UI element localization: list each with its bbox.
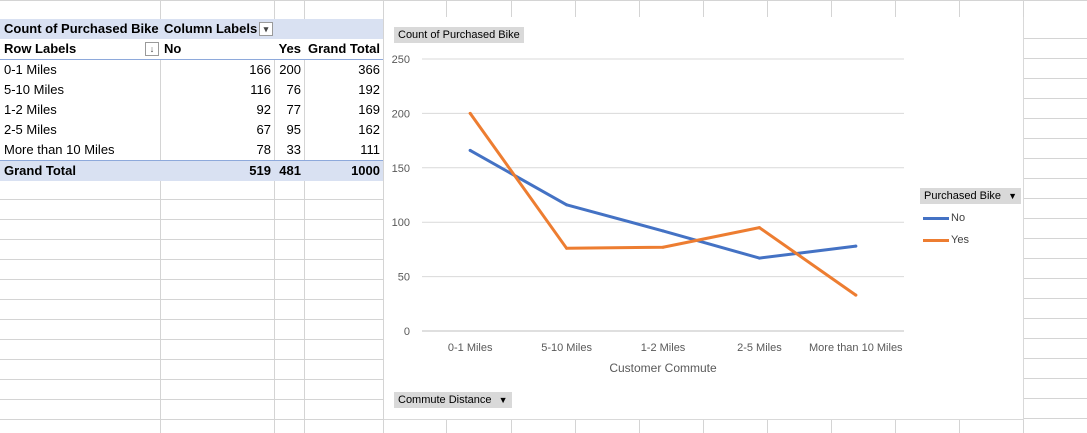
pivot-cell-yes[interactable]: 95	[274, 120, 304, 140]
y-tick-label: 100	[392, 217, 410, 229]
pivot-cell-total[interactable]: 111	[304, 140, 383, 160]
x-axis-title: Customer Commute	[609, 361, 717, 375]
pivot-cell-total[interactable]: 162	[304, 120, 383, 140]
column-header-no[interactable]: No	[160, 39, 274, 59]
x-tick-label: 2-5 Miles	[737, 342, 782, 354]
pivot-row-label[interactable]: 2-5 Miles	[0, 120, 160, 140]
data-point-no	[468, 148, 472, 152]
column-header-yes[interactable]: Yes	[274, 39, 304, 59]
column-labels-header[interactable]: Column Labels	[160, 19, 258, 39]
pivot-cell-total[interactable]: 169	[304, 100, 383, 120]
pivot-cell-no[interactable]: 78	[160, 140, 274, 160]
data-point-yes	[854, 293, 858, 297]
row-labels-header[interactable]: Row Labels	[0, 39, 145, 59]
pivot-subheader-row: Row Labels ↓ No Yes Grand Total	[0, 39, 383, 60]
data-point-no	[854, 244, 858, 248]
row-labels-sort-dropdown[interactable]: ↓	[145, 42, 159, 56]
y-tick-label: 150	[392, 163, 410, 175]
pivot-cell-yes[interactable]: 76	[274, 80, 304, 100]
pivot-row: More than 10 Miles 78 33 111	[0, 140, 383, 160]
pivot-row: 1-2 Miles 92 77 169	[0, 100, 383, 120]
y-tick-label: 50	[398, 272, 410, 284]
pivot-table: Count of Purchased Bike Column Labels ▾ …	[0, 19, 383, 181]
pivot-header-row: Count of Purchased Bike Column Labels ▾	[0, 19, 383, 39]
chevron-down-icon: ▾	[263, 24, 269, 34]
pivot-grand-total-row: Grand Total 519 481 1000	[0, 160, 383, 181]
chevron-down-icon: ▼	[498, 395, 508, 405]
pivot-cell-no[interactable]: 67	[160, 120, 274, 140]
pivot-value-field-header[interactable]: Count of Purchased Bike	[0, 19, 160, 39]
x-tick-label: 1-2 Miles	[641, 342, 686, 354]
legend-field-button[interactable]: Purchased Bike ▼	[920, 188, 1022, 204]
data-point-yes	[565, 246, 569, 250]
column-labels-filter-dropdown[interactable]: ▾	[259, 22, 273, 36]
pivot-row-label[interactable]: 0-1 Miles	[0, 60, 160, 80]
data-point-yes	[661, 245, 665, 249]
legend-label-yes: Yes	[951, 234, 969, 246]
data-point-no	[565, 203, 569, 207]
pivot-cell-yes[interactable]: 33	[274, 140, 304, 160]
pivot-row-label[interactable]: 1-2 Miles	[0, 100, 160, 120]
pivot-chart[interactable]: Count of Purchased Bike 0 50 100 150 200 250 0…	[384, 17, 1024, 420]
grand-total-yes[interactable]: 481	[274, 161, 304, 181]
legend-label-no: No	[951, 212, 966, 224]
pivot-cell-total[interactable]: 366	[304, 60, 383, 80]
pivot-cell-total[interactable]: 192	[304, 80, 383, 100]
data-point-no	[661, 229, 665, 233]
pivot-row: 2-5 Miles 67 95 162	[0, 120, 383, 140]
grand-total-label[interactable]: Grand Total	[0, 161, 160, 181]
y-tick-label: 200	[392, 108, 410, 120]
pivot-row-label[interactable]: More than 10 Miles	[0, 140, 160, 160]
legend-swatch-yes	[923, 239, 949, 242]
series-line-yes	[468, 111, 858, 297]
legend-field-label: Purchased Bike	[924, 190, 1002, 202]
data-point-yes	[757, 226, 761, 230]
data-point-yes	[468, 111, 472, 115]
pivot-row-label[interactable]: 5-10 Miles	[0, 80, 160, 100]
pivot-row: 5-10 Miles 116 76 192	[0, 80, 383, 100]
column-header-grand-total[interactable]: Grand Total	[304, 39, 383, 59]
chevron-down-icon: ▼	[1008, 191, 1018, 201]
pivot-cell-no[interactable]: 166	[160, 60, 274, 80]
sort-filter-icon: ↓	[149, 44, 155, 54]
series-line-no	[468, 148, 858, 260]
y-tick-label: 0	[404, 326, 410, 338]
pivot-cell-yes[interactable]: 200	[274, 60, 304, 80]
pivot-cell-yes[interactable]: 77	[274, 100, 304, 120]
axis-field-label: Commute Distance	[398, 394, 492, 406]
grand-total-no[interactable]: 519	[160, 161, 274, 181]
x-tick-label: 0-1 Miles	[448, 342, 493, 354]
grand-total-total[interactable]: 1000	[304, 161, 383, 181]
x-tick-label: More than 10 Miles	[809, 342, 903, 354]
pivot-row: 0-1 Miles 166 200 366	[0, 60, 383, 80]
pivot-cell-no[interactable]: 92	[160, 100, 274, 120]
axis-field-button[interactable]: Commute Distance ▼	[394, 392, 512, 408]
pivot-cell-no[interactable]: 116	[160, 80, 274, 100]
legend-swatch-no	[923, 217, 949, 220]
y-tick-label: 250	[392, 54, 410, 66]
x-tick-label: 5-10 Miles	[541, 342, 592, 354]
data-point-no	[757, 256, 761, 260]
